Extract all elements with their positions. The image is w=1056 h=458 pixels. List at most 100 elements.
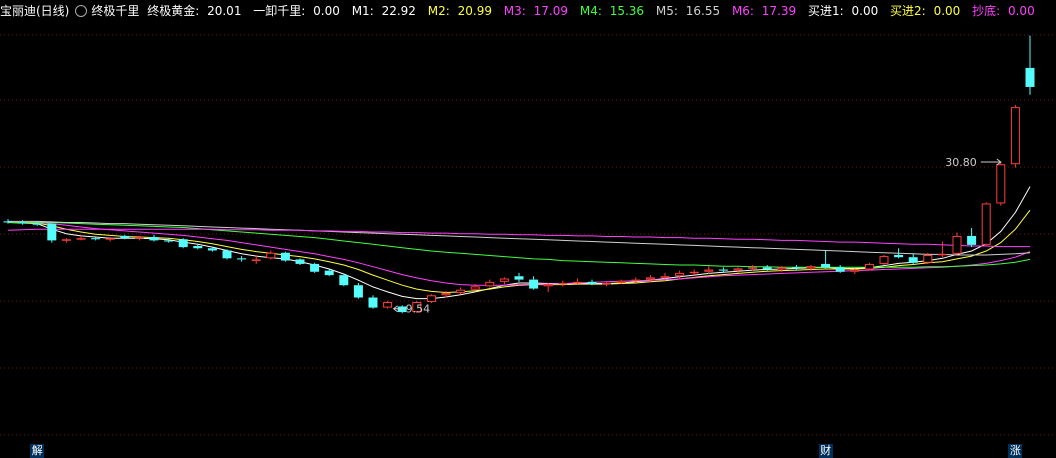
candle — [558, 280, 568, 287]
candle-body — [777, 267, 787, 270]
candle-body — [631, 279, 641, 282]
candle-body — [967, 235, 977, 245]
candle-body — [879, 256, 889, 264]
candle-body — [499, 278, 509, 282]
candle-body — [937, 253, 947, 256]
candle — [821, 250, 831, 269]
candle-body — [791, 267, 801, 269]
candle — [879, 254, 889, 266]
candle-body — [1025, 67, 1035, 87]
candle — [572, 278, 582, 285]
candle — [908, 253, 918, 264]
candle-body — [47, 223, 57, 241]
candle-body — [850, 269, 860, 272]
candle — [368, 295, 378, 309]
candle — [47, 223, 57, 243]
candle — [456, 287, 466, 295]
candle-body — [806, 266, 816, 269]
candle — [1010, 104, 1020, 168]
candle-body — [339, 275, 349, 286]
candle-body — [660, 276, 670, 278]
candle — [499, 277, 509, 285]
candle — [996, 162, 1006, 206]
candle-body — [689, 271, 699, 274]
candle — [543, 282, 553, 292]
candle-body — [149, 237, 159, 241]
candle-body — [485, 281, 495, 287]
candle-body — [91, 238, 101, 240]
candle — [295, 258, 305, 266]
candle-body — [76, 238, 86, 240]
candle — [339, 274, 349, 287]
candle-body — [1010, 107, 1020, 165]
candle — [353, 282, 363, 299]
candle-body — [3, 221, 13, 223]
candle-body — [675, 272, 685, 277]
candle-body — [602, 282, 612, 285]
candle-body — [923, 254, 933, 263]
candle-body — [470, 286, 480, 290]
candle-body — [894, 254, 904, 258]
candle — [952, 232, 962, 257]
candle-body — [572, 281, 582, 284]
candle-body — [456, 289, 466, 294]
candle-body — [120, 235, 130, 239]
candle — [864, 262, 874, 271]
candle — [602, 281, 612, 287]
event-badge-0[interactable]: 解 — [30, 444, 45, 458]
candle-body — [426, 295, 436, 302]
candle-body — [353, 285, 363, 298]
candle-body — [61, 239, 71, 241]
candle-body — [441, 293, 451, 296]
price-annotations: 30.80 9.54 — [392, 156, 1002, 316]
candle — [193, 244, 203, 250]
candle — [266, 250, 276, 260]
candle-body — [193, 246, 203, 249]
candle-body — [295, 259, 305, 264]
candle — [310, 262, 320, 273]
candle-body — [310, 263, 320, 272]
candle-body — [981, 203, 991, 245]
candles — [3, 35, 1035, 314]
candlestick-chart[interactable]: 30.80 9.54 — [0, 0, 1056, 458]
candle-body — [529, 279, 539, 289]
candle-body — [543, 284, 553, 287]
candle-body — [864, 263, 874, 270]
candle-body — [207, 248, 217, 251]
candle-body — [222, 250, 232, 259]
candle-body — [383, 302, 393, 308]
candle-body — [266, 252, 276, 259]
candle-body — [324, 270, 334, 276]
candle-body — [280, 252, 290, 261]
candle-body — [368, 297, 378, 308]
candle-body — [996, 164, 1006, 204]
candle-body — [105, 238, 115, 240]
high-price-label: 30.80 — [945, 156, 977, 169]
candle-body — [134, 237, 144, 239]
candle — [514, 272, 524, 282]
candle-body — [18, 222, 28, 224]
candle-body — [178, 239, 188, 248]
candle-body — [237, 258, 247, 260]
candle-body — [908, 257, 918, 263]
candle-body — [821, 263, 831, 268]
candle — [733, 267, 743, 273]
candle-body — [733, 268, 743, 271]
candle — [61, 238, 71, 243]
candle-body — [645, 277, 655, 280]
candle — [383, 300, 393, 309]
candle — [222, 249, 232, 260]
candle-body — [32, 223, 42, 225]
candle — [937, 241, 947, 258]
event-badge-2[interactable]: 涨 — [1008, 444, 1023, 458]
candle-body — [514, 276, 524, 280]
candle-body — [558, 282, 568, 285]
event-badge-1[interactable]: 财 — [818, 444, 833, 458]
candle-body — [164, 240, 174, 242]
candle — [981, 202, 991, 246]
candle-body — [952, 235, 962, 254]
candle — [835, 265, 845, 273]
candle-body — [251, 259, 261, 261]
candle — [280, 251, 290, 262]
candle — [1025, 35, 1035, 95]
